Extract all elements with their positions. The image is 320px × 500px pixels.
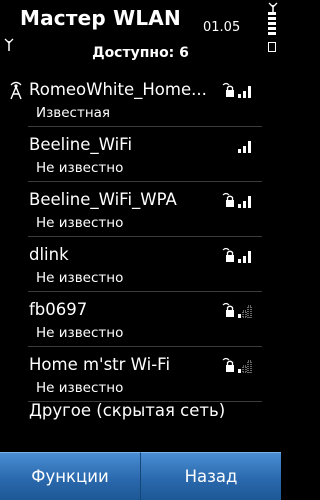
network-status: Не известно	[36, 325, 124, 341]
network-status: Не известно	[36, 380, 124, 396]
clock: 01.05	[203, 20, 241, 35]
lock-icon	[222, 247, 234, 262]
wlan-network-item[interactable]: RomeoWhite_Home... Известная	[0, 72, 262, 127]
lock-icon	[222, 82, 234, 97]
network-status: Известная	[36, 105, 111, 121]
network-name: RomeoWhite_Home...	[29, 80, 207, 99]
network-status: Не известно	[36, 160, 124, 176]
wlan-network-item[interactable]: Beeline_WiFi Не известно	[0, 127, 262, 182]
app-title: Мастер WLAN	[20, 6, 181, 30]
network-status: Не известно	[36, 270, 124, 286]
lock-icon	[222, 192, 234, 207]
network-name: Beeline_WiFi	[29, 135, 133, 154]
wlan-network-item[interactable]: fb0697 Не известно	[0, 292, 262, 347]
network-status: Не известно	[36, 215, 124, 231]
signal-antenna-icon	[268, 2, 278, 12]
wlan-antenna-icon	[10, 81, 22, 100]
other-hidden-network-item[interactable]: Другое (скрытая сеть)	[0, 397, 262, 427]
network-name: fb0697	[29, 300, 88, 319]
signal-strong-icon	[238, 86, 251, 98]
signal-strong-icon	[238, 251, 251, 263]
wlan-wizard-screen: Мастер WLAN 01.05 Доступно: 6 RomeoWhite…	[0, 0, 281, 500]
signal-strong-icon	[238, 196, 251, 208]
lock-icon	[222, 357, 234, 372]
network-name: dlink	[29, 245, 69, 264]
status-bar: Мастер WLAN 01.05	[0, 0, 281, 52]
wlan-network-item[interactable]: Beeline_WiFi_WPA Не известно	[0, 182, 262, 237]
wlan-network-item[interactable]: dlink Не известно	[0, 237, 262, 292]
back-softkey[interactable]: Назад	[140, 452, 281, 500]
softkey-bar: Функции Назад	[0, 452, 281, 500]
lock-icon	[222, 302, 234, 317]
other-network-label: Другое (скрытая сеть)	[29, 401, 226, 420]
signal-strong-icon	[238, 141, 251, 153]
options-softkey[interactable]: Функции	[0, 452, 140, 500]
wlan-network-item[interactable]: Home m'str Wi-Fi Не известно	[0, 347, 262, 402]
signal-strength-icon	[268, 12, 276, 37]
network-name: Home m'str Wi-Fi	[29, 355, 171, 374]
available-count: Доступно: 6	[92, 45, 189, 61]
network-name: Beeline_WiFi_WPA	[29, 190, 177, 209]
signal-weak-icon	[238, 305, 252, 318]
signal-weak-icon	[238, 360, 252, 373]
